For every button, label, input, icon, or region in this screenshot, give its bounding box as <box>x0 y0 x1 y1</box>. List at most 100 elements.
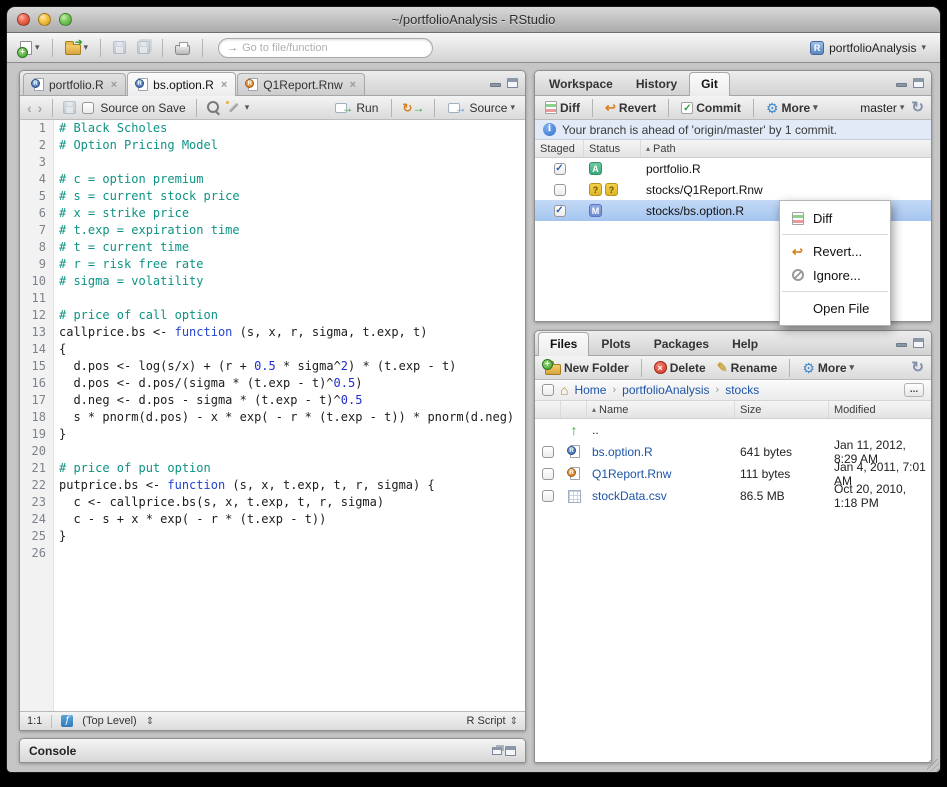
forward-icon[interactable]: › <box>38 101 43 115</box>
maximize-pane-icon[interactable] <box>505 746 516 756</box>
more-button[interactable]: ⚙ More ▾ <box>763 99 821 117</box>
file-name-link[interactable]: stockData.csv <box>592 489 667 503</box>
status-column-header[interactable]: Status <box>584 140 641 157</box>
goto-file-input[interactable] <box>242 42 424 54</box>
modified-column-header[interactable]: Modified <box>829 401 931 418</box>
code-text: } <box>53 528 66 545</box>
select-all-checkbox[interactable] <box>542 384 554 396</box>
revert-button[interactable]: ↩ Revert <box>602 99 659 117</box>
commit-button[interactable]: ✓ Commit <box>678 99 744 117</box>
code-text <box>53 443 59 460</box>
file-name-link[interactable]: Q1Report.Rnw <box>592 467 671 481</box>
tab-workspace[interactable]: Workspace <box>538 73 624 95</box>
staged-column-header[interactable]: Staged <box>535 140 584 157</box>
minimize-window-button[interactable] <box>38 13 51 26</box>
delete-button[interactable]: × Delete <box>651 359 709 377</box>
refresh-icon[interactable]: ↻ <box>911 360 924 375</box>
branch-selector[interactable]: master ▾ <box>860 101 904 115</box>
staged-checkbox[interactable] <box>554 184 566 196</box>
refresh-icon[interactable]: ↻ <box>911 100 924 115</box>
save-icon[interactable] <box>63 101 76 114</box>
tab-git[interactable]: Git <box>689 72 730 96</box>
save-button[interactable] <box>110 39 129 56</box>
window-titlebar[interactable]: ~/portfolioAnalysis - RStudio <box>7 7 940 33</box>
breadcrumb-more-button[interactable]: ... <box>904 383 924 397</box>
file-checkbox-cell <box>535 490 561 502</box>
context-menu-item-ignore[interactable]: Ignore... <box>780 263 890 287</box>
breadcrumb-item-home[interactable]: Home <box>574 383 606 397</box>
line-number: 15 <box>20 358 53 375</box>
context-menu-item-open-file[interactable]: Open File <box>780 296 890 320</box>
scope-selector[interactable]: (Top Level) <box>82 715 136 727</box>
save-all-button[interactable] <box>134 39 153 56</box>
tab-close-icon[interactable]: × <box>350 79 356 91</box>
breadcrumb-item-portfolioanalysis[interactable]: portfolioAnalysis <box>622 383 709 397</box>
back-icon[interactable]: ‹ <box>27 101 32 115</box>
staged-checkbox[interactable]: ✓ <box>554 163 566 175</box>
chevron-down-icon: ▾ <box>35 43 40 52</box>
context-menu-item-diff[interactable]: Diff <box>780 206 890 230</box>
status-badge: ? <box>589 183 602 196</box>
git-file-row[interactable]: ??stocks/Q1Report.Rnw <box>535 179 931 200</box>
source-button[interactable]: Source ▾ <box>445 99 518 117</box>
file-checkbox[interactable] <box>542 468 554 480</box>
tab-help[interactable]: Help <box>721 333 769 355</box>
new-folder-button[interactable]: New Folder <box>542 359 632 377</box>
line-number: 22 <box>20 477 53 494</box>
restore-pane-icon[interactable] <box>492 747 502 755</box>
editor-tab-portfolio-r[interactable]: Rportfolio.R× <box>23 73 126 95</box>
window-resize-grip[interactable] <box>927 759 939 771</box>
git-toolbar-right: master ▾ ↻ <box>860 100 924 115</box>
find-replace-icon[interactable] <box>207 101 220 114</box>
tab-history[interactable]: History <box>625 73 688 95</box>
print-button[interactable] <box>172 39 193 57</box>
diff-button[interactable]: Diff <box>542 99 583 117</box>
minimize-pane-icon[interactable] <box>896 343 907 347</box>
maximize-pane-icon[interactable] <box>913 338 924 348</box>
tab-packages[interactable]: Packages <box>643 333 720 355</box>
git-file-row[interactable]: ✓Aportfolio.R <box>535 158 931 179</box>
new-file-button[interactable]: ▾ <box>17 39 43 57</box>
size-column-header[interactable]: Size <box>735 401 829 418</box>
staged-checkbox[interactable]: ✓ <box>554 205 566 217</box>
open-file-button[interactable]: ▾ <box>62 39 92 57</box>
source-on-save-label: Source on Save <box>100 101 185 115</box>
breadcrumb-item-stocks[interactable]: stocks <box>725 383 759 397</box>
minimize-pane-icon[interactable] <box>490 83 501 87</box>
tab-plots[interactable]: Plots <box>590 333 641 355</box>
code-text: d.pos <- d.pos/(sigma * (t.exp - t)^0.5) <box>53 375 362 392</box>
run-button[interactable]: Run <box>332 99 381 117</box>
rerun-icon[interactable]: ↻→ <box>402 101 424 115</box>
rename-button[interactable]: ✎ Rename <box>714 359 781 377</box>
project-menu-button[interactable]: R portfolioAnalysis ▾ <box>806 39 930 57</box>
save-icon <box>113 41 126 54</box>
maximize-pane-icon[interactable] <box>507 78 518 88</box>
code-editor[interactable]: 1# Black Scholes2# Option Pricing Model3… <box>20 120 525 711</box>
source-on-save-checkbox[interactable] <box>82 102 94 114</box>
filetype-selector[interactable]: R Script ⇕ <box>466 715 518 727</box>
console-header[interactable]: Console <box>20 739 525 762</box>
path-column-header[interactable]: ▴ Path <box>641 140 931 157</box>
minimize-pane-icon[interactable] <box>896 83 907 87</box>
zoom-window-button[interactable] <box>59 13 72 26</box>
file-name-link[interactable]: bs.option.R <box>592 445 653 459</box>
file-checkbox[interactable] <box>542 446 554 458</box>
close-window-button[interactable] <box>17 13 30 26</box>
editor-tab-q1report-rnw[interactable]: RQ1Report.Rnw× <box>237 73 365 95</box>
file-checkbox[interactable] <box>542 490 554 502</box>
files-more-button[interactable]: ⚙ More ▾ <box>799 359 857 377</box>
line-number: 8 <box>20 239 53 256</box>
home-icon[interactable]: ⌂ <box>560 383 568 397</box>
code-tools-icon[interactable] <box>226 101 239 114</box>
tab-close-icon[interactable]: × <box>221 79 227 91</box>
maximize-pane-icon[interactable] <box>913 78 924 88</box>
context-menu-item-revert[interactable]: ↩Revert... <box>780 239 890 263</box>
file-row[interactable]: stockData.csv86.5 MBOct 20, 2010, 1:18 P… <box>535 485 931 507</box>
goto-file-search: → <box>218 38 433 58</box>
toolbar-divider <box>100 39 101 57</box>
name-column-header[interactable]: ▴ Name <box>587 401 735 418</box>
file-name-link[interactable]: .. <box>592 423 599 437</box>
tab-files[interactable]: Files <box>538 332 589 356</box>
tab-close-icon[interactable]: × <box>111 79 117 91</box>
editor-tab-bs-option-r[interactable]: Rbs.option.R× <box>127 72 236 96</box>
